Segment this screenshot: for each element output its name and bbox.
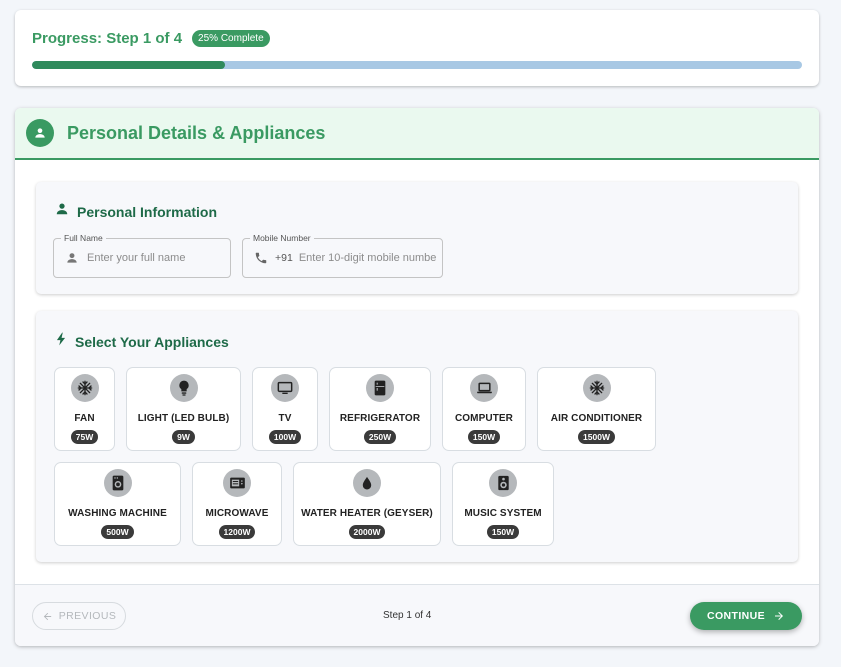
section-title: Select Your Appliances: [75, 333, 229, 350]
washer-icon: [103, 469, 132, 497]
person-icon: [55, 202, 69, 221]
appliance-tile-tv[interactable]: TV 100W: [252, 367, 318, 451]
tv-icon: [271, 374, 299, 402]
mobile-number-input[interactable]: [298, 252, 437, 264]
previous-button[interactable]: PREVIOUS: [32, 602, 126, 630]
full-name-input[interactable]: [87, 252, 227, 264]
appliance-name: AIR CONDITIONER: [550, 413, 643, 424]
appliance-name: MUSIC SYSTEM: [464, 508, 542, 519]
microwave-icon: [223, 469, 251, 497]
progress-card: Progress: Step 1 of 4 25% Complete: [15, 10, 819, 86]
person-icon: [65, 251, 79, 265]
wattage-badge: 1200W: [218, 525, 256, 539]
arrow-right-icon: [773, 610, 785, 622]
progress-header: Progress: Step 1 of 4 25% Complete: [32, 30, 270, 47]
wattage-badge: 9W: [172, 430, 195, 444]
speaker-icon: [489, 469, 517, 497]
appliance-name: REFRIGERATOR: [339, 413, 421, 424]
appliance-tile-music-system[interactable]: MUSIC SYSTEM 150W: [452, 462, 554, 546]
wattage-badge: 150W: [486, 525, 520, 539]
mobile-number-label: Mobile Number: [250, 232, 314, 244]
lightbulb-icon: [169, 374, 198, 402]
wattage-badge: 150W: [467, 430, 501, 444]
appliance-name: TV: [278, 413, 292, 424]
appliance-tile-refrigerator[interactable]: REFRIGERATOR 250W: [329, 367, 431, 451]
page-title: Personal Details & Appliances: [67, 122, 326, 143]
laptop-icon: [470, 374, 498, 402]
appliance-row: WASHING MACHINE 500W MICROWAVE 1200W WAT…: [54, 462, 554, 546]
wattage-badge: 1500W: [578, 430, 615, 444]
wattage-badge: 75W: [70, 430, 99, 444]
water-drop-icon: [353, 469, 381, 497]
appliance-tile-air-conditioner[interactable]: AIR CONDITIONER 1500W: [537, 367, 656, 451]
continue-label: CONTINUE: [706, 610, 766, 622]
appliance-tile-washing-machine[interactable]: WASHING MACHINE 500W: [54, 462, 181, 546]
form-card: Personal Details & Appliances Personal I…: [15, 108, 819, 646]
appliance-tile-computer[interactable]: COMPUTER 150W: [442, 367, 526, 451]
fridge-icon: [366, 374, 394, 402]
appliance-tile-fan[interactable]: FAN 75W: [54, 367, 115, 451]
card-header: Personal Details & Appliances: [15, 108, 819, 160]
phone-icon: [254, 251, 268, 265]
person-icon: [26, 119, 54, 147]
mobile-number-field[interactable]: Mobile Number +91: [242, 232, 443, 278]
snowflake-icon: [582, 374, 611, 402]
progress-title: Progress: Step 1 of 4: [32, 30, 183, 47]
progress-bar-fill: [32, 61, 225, 69]
wattage-badge: 250W: [363, 430, 397, 444]
progress-bar: [32, 61, 802, 69]
appliance-tile-microwave[interactable]: MICROWAVE 1200W: [192, 462, 282, 546]
appliance-name: WATER HEATER (GEYSER): [301, 508, 433, 519]
previous-label: PREVIOUS: [58, 610, 117, 622]
wattage-badge: 100W: [268, 430, 302, 444]
arrow-left-icon: [42, 611, 53, 622]
appliance-row: FAN 75W LIGHT (LED BULB) 9W TV 100W REFR…: [54, 367, 656, 451]
step-indicator: Step 1 of 4: [383, 610, 432, 621]
snowflake-icon: [70, 374, 99, 402]
country-code-prefix: +91: [275, 252, 293, 264]
appliances-section: Select Your Appliances FAN 75W LIGHT (LE…: [36, 311, 798, 562]
continue-button[interactable]: CONTINUE: [690, 602, 802, 630]
full-name-field[interactable]: Full Name: [53, 232, 231, 278]
section-header: Select Your Appliances: [55, 332, 229, 351]
appliance-name: FAN: [74, 413, 95, 424]
appliance-name: MICROWAVE: [205, 508, 269, 519]
wattage-badge: 500W: [101, 525, 134, 539]
appliance-name: WASHING MACHINE: [68, 508, 167, 519]
section-header: Personal Information: [55, 202, 217, 221]
wattage-badge: 2000W: [348, 525, 386, 539]
section-title: Personal Information: [77, 203, 218, 220]
bolt-icon: [55, 332, 67, 351]
appliance-name: COMPUTER: [454, 413, 514, 424]
appliance-name: LIGHT (LED BULB): [137, 413, 230, 424]
personal-info-section: Personal Information Full Name Mobile Nu…: [36, 182, 798, 294]
full-name-label: Full Name: [61, 232, 106, 244]
appliance-tile-light[interactable]: LIGHT (LED BULB) 9W: [126, 367, 241, 451]
appliance-tile-water-heater[interactable]: WATER HEATER (GEYSER) 2000W: [293, 462, 441, 546]
progress-badge: 25% Complete: [192, 30, 270, 47]
